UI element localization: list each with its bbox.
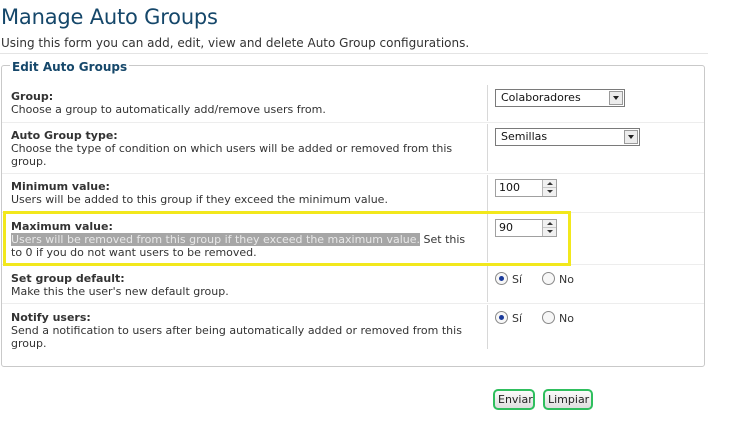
group-label: Group:: [11, 90, 54, 103]
default-description: Make this the user's new default group.: [11, 285, 229, 298]
fieldset-legend: Edit Auto Groups: [10, 60, 130, 74]
header-divider: [0, 53, 708, 54]
type-description: Choose the type of condition on which us…: [11, 142, 453, 168]
notify-description: Send a notification to users after being…: [11, 324, 462, 350]
notify-no-radio[interactable]: [542, 311, 555, 324]
default-label: Set group default:: [11, 272, 125, 285]
page-description: Using this form you can add, edit, view …: [1, 36, 470, 50]
minimum-label: Minimum value:: [11, 180, 110, 193]
chevron-down-icon[interactable]: [624, 130, 638, 144]
notify-label: Notify users:: [11, 311, 91, 324]
default-no-radio[interactable]: [542, 272, 555, 285]
group-description: Choose a group to automatically add/remo…: [11, 103, 326, 116]
notify-no-label[interactable]: No: [559, 312, 574, 325]
minimum-value: 100: [499, 181, 520, 194]
minimum-value-input[interactable]: 100: [495, 179, 557, 197]
type-select[interactable]: Semillas: [495, 128, 640, 146]
default-yes-label[interactable]: Sí: [512, 273, 522, 286]
column-divider: [487, 85, 488, 121]
notify-yes-radio[interactable]: [495, 311, 508, 324]
default-no-label[interactable]: No: [559, 273, 574, 286]
column-divider: [487, 266, 488, 302]
submit-button[interactable]: Enviar: [493, 389, 535, 410]
column-divider: [487, 124, 488, 171]
decrement-icon[interactable]: [543, 188, 556, 196]
row-divider: [2, 122, 704, 123]
type-label: Auto Group type:: [11, 129, 118, 142]
type-select-value: Semillas: [501, 130, 548, 143]
column-divider: [487, 175, 488, 211]
group-select[interactable]: Colaboradores: [495, 89, 625, 107]
increment-icon[interactable]: [543, 180, 556, 188]
reset-button[interactable]: Limpiar: [543, 389, 593, 410]
page-title: Manage Auto Groups: [1, 5, 218, 29]
minimum-stepper[interactable]: [542, 180, 556, 196]
chevron-down-icon[interactable]: [609, 91, 623, 105]
column-divider: [487, 305, 488, 349]
highlight-annotation: [3, 211, 571, 266]
notify-yes-label[interactable]: Sí: [512, 312, 522, 325]
row-divider: [2, 303, 704, 304]
row-divider: [2, 173, 704, 174]
minimum-description: Users will be added to this group if the…: [11, 193, 388, 206]
group-select-value: Colaboradores: [501, 91, 581, 104]
default-yes-radio[interactable]: [495, 272, 508, 285]
